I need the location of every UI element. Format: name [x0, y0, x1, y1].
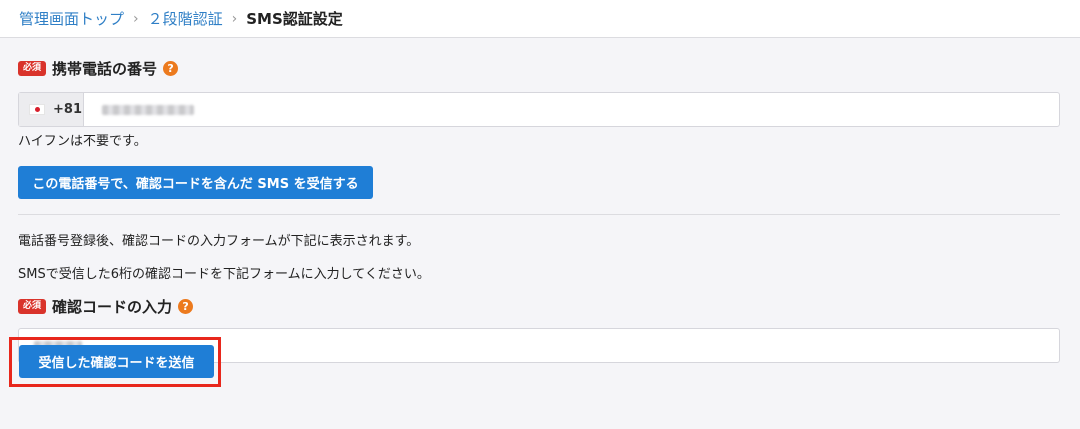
send-sms-button[interactable]: この電話番号で、確認コードを含んだ SMS を受信する — [18, 166, 373, 199]
country-code: +81 — [53, 102, 82, 117]
section-divider — [18, 214, 1060, 215]
help-icon[interactable]: ? — [163, 61, 179, 76]
phone-hint: ハイフンは不要です。 — [18, 134, 147, 149]
required-badge: 必須 — [18, 299, 47, 314]
code-label: 確認コードの入力 — [52, 298, 173, 316]
chevron-right-icon: › — [133, 10, 139, 27]
phone-field-wrap — [84, 93, 1059, 126]
breadcrumb-admin-top[interactable]: 管理画面トップ — [19, 8, 124, 29]
country-selector[interactable]: +81 — [19, 93, 84, 126]
instruction-line-1: 電話番号登録後、確認コードの入力フォームが下記に表示されます。 — [18, 234, 420, 249]
chevron-right-icon: › — [231, 10, 238, 27]
help-icon[interactable]: ? — [178, 299, 194, 314]
code-label-row: 必須 確認コードの入力 ? — [18, 296, 1060, 317]
phone-number-input[interactable] — [84, 93, 1059, 126]
main-content: 必須 携帯電話の番号 ? +81 ハイフンは不要です。 この電話番号で、確認コー… — [0, 58, 1080, 363]
breadcrumb: 管理画面トップ › ２段階認証 › SMS認証設定 — [0, 0, 1080, 38]
japan-flag-icon — [29, 104, 45, 115]
instruction-line-2: SMSで受信した6桁の確認コードを下記フォームに入力してください。 — [18, 267, 430, 282]
phone-label-row: 必須 携帯電話の番号 ? — [18, 58, 1060, 79]
phone-input-group: +81 — [18, 92, 1060, 127]
breadcrumb-two-factor[interactable]: ２段階認証 — [148, 8, 223, 29]
phone-label: 携帯電話の番号 — [52, 60, 158, 78]
breadcrumb-current: SMS認証設定 — [246, 10, 343, 28]
required-badge: 必須 — [18, 61, 47, 76]
submit-code-button[interactable]: 受信した確認コードを送信 — [19, 345, 214, 378]
